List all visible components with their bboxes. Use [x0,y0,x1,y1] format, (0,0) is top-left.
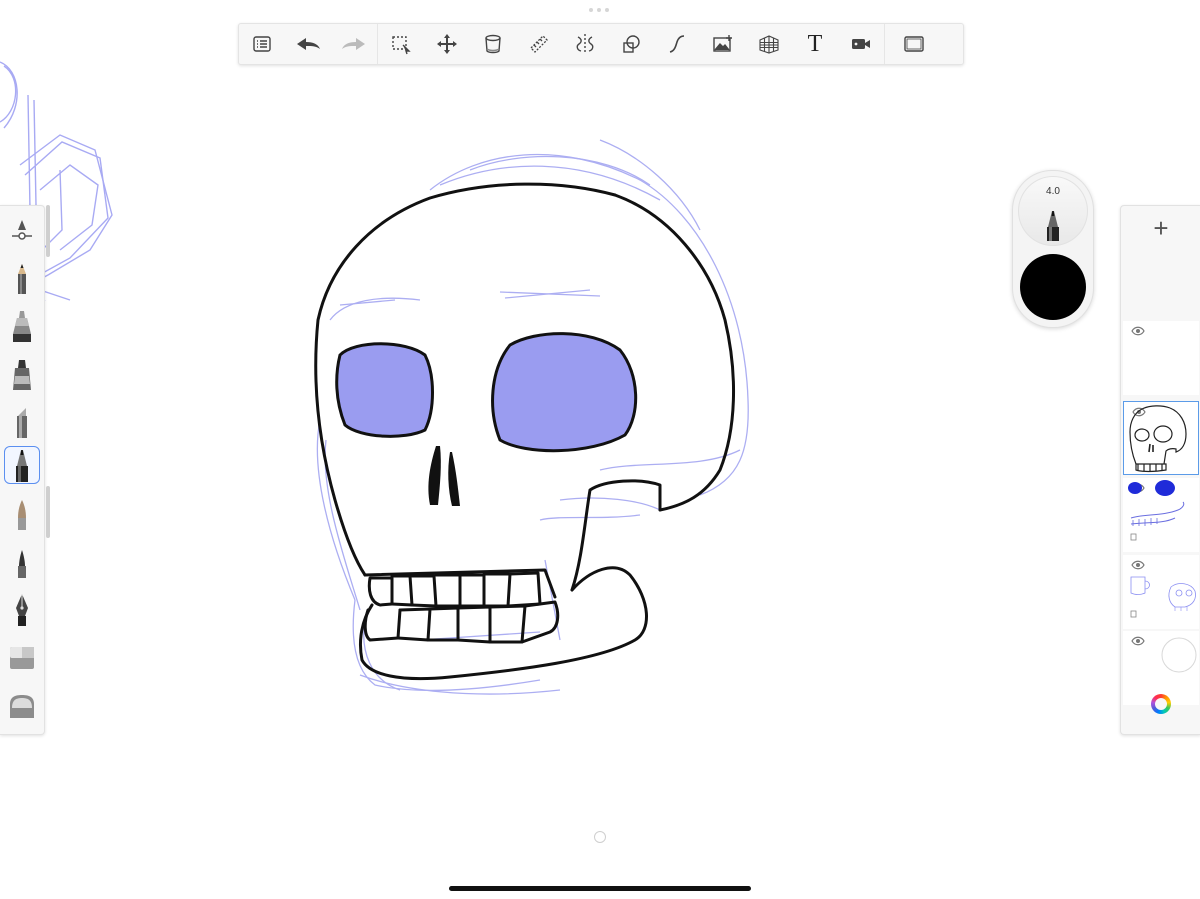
time-lapse-button[interactable] [838,24,884,64]
redo-icon [342,38,365,50]
chisel-icon [17,408,27,438]
history-group [239,24,377,64]
layer-thumbnail [1129,405,1187,473]
perspective-guide-button[interactable] [746,24,792,64]
ruler-tool-button[interactable] [516,24,562,64]
airbrush-icon [18,500,26,530]
color-wheel-icon[interactable] [1151,694,1171,714]
smudge-icon [10,647,34,669]
layer-item[interactable] [1123,478,1199,552]
text-icon: T [807,30,823,57]
brush-size-control[interactable]: 4.0 [1018,176,1088,246]
top-toolbar: T [238,23,964,65]
view-group [885,24,943,64]
ballpoint-icon [16,450,28,482]
layer-thumbnail [1128,480,1185,541]
brush-settings-icon [12,220,32,240]
ink-pen-brush[interactable] [4,306,40,344]
undo-icon [297,38,320,50]
paintbrush-icon [18,550,26,578]
layer-item-active[interactable] [1123,401,1199,475]
airbrush-brush[interactable] [4,494,40,532]
smudge-brush[interactable] [4,638,40,676]
import-image-button[interactable] [700,24,746,64]
text-tool-button[interactable]: T [792,24,838,64]
layer-item[interactable] [1123,555,1199,629]
layer-thumbnail [1130,576,1196,618]
image-icon [713,35,732,52]
pencil-brush[interactable] [4,258,40,296]
home-indicator[interactable] [449,886,751,891]
brush-scroll-indicator[interactable] [46,486,50,538]
fullscreen-icon [904,36,924,52]
gallery-menu-button[interactable] [239,24,285,64]
symmetry-tool-button[interactable] [562,24,608,64]
page-indicator [594,831,606,843]
shapes-icon [623,35,640,53]
drawing-canvas[interactable] [0,0,1200,899]
fill-tool-button[interactable] [470,24,516,64]
brush-settings-button[interactable] [4,210,40,248]
brush-puck: 4.0 [1012,170,1094,328]
redo-button[interactable] [331,24,377,64]
paint-brush[interactable] [4,542,40,580]
fullscreen-button[interactable] [885,24,943,64]
brush-scroll-indicator[interactable] [46,205,50,257]
perspective-grid-icon [759,35,779,54]
skull-nose [428,446,460,506]
bucket-icon [485,34,501,54]
brush-size-value: 4.0 [1046,186,1060,197]
fountain-pen-brush[interactable] [4,590,40,628]
ink-pen-icon [13,311,31,342]
eye-icon[interactable] [1131,326,1145,336]
shape-tool-button[interactable] [608,24,654,64]
ballpoint-icon [1047,211,1059,241]
chisel-marker-brush[interactable] [4,402,40,440]
undo-button[interactable] [285,24,331,64]
eraser-icon [10,695,34,718]
brush-toolbar [0,205,45,735]
eraser-brush[interactable] [4,686,40,724]
stroke-tool-button[interactable] [654,24,700,64]
fountain-pen-icon [16,594,28,626]
move-icon [437,34,457,54]
add-layer-button[interactable]: + [1121,206,1200,250]
transform-tool-button[interactable] [424,24,470,64]
ruler-icon [530,35,548,53]
tools-group: T [378,24,884,64]
list-icon [253,36,271,52]
symmetry-icon [576,34,594,54]
toolbar-grabber[interactable] [589,8,609,12]
layers-panel: + [1120,205,1200,735]
ballpoint-pen-brush[interactable] [4,446,40,484]
pencil-icon [18,264,26,294]
selection-tool-button[interactable] [378,24,424,64]
eye-sockets [335,332,638,453]
current-color-swatch[interactable] [1020,254,1086,320]
selection-icon [392,36,411,55]
curve-icon [669,35,685,53]
layer-item[interactable] [1123,321,1199,395]
marker-brush[interactable] [4,354,40,392]
video-icon [852,39,870,49]
marker-icon [13,360,31,390]
